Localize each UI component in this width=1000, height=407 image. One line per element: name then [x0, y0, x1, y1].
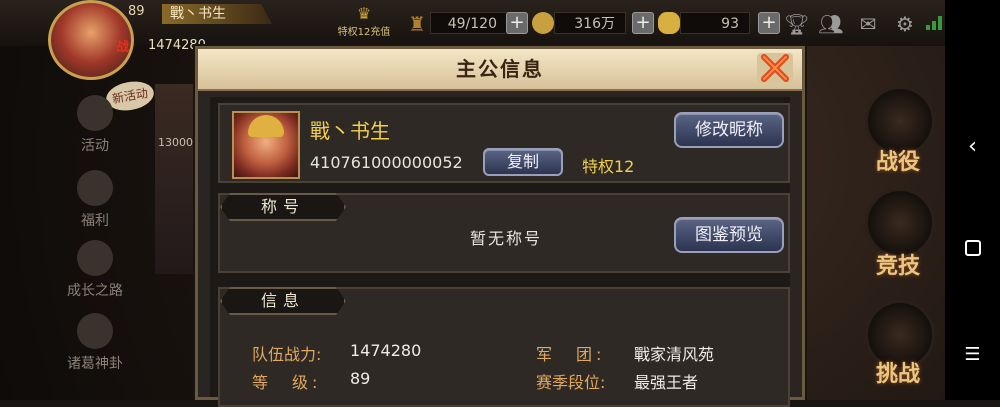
team-power-value: 1474280 — [350, 341, 422, 360]
info-section-header: 信息 — [220, 287, 346, 315]
info-section: 信息 队伍战力: 1474280 等 级: 89 军 团: 戰家清风苑 赛季段位… — [218, 287, 790, 407]
vip-recharge-button[interactable]: ♛ 特权12充值 — [332, 4, 396, 38]
player-name: 戰丶书生 — [310, 119, 390, 143]
legion-value: 戰家清风苑 — [634, 345, 715, 364]
challenge-label: 挑战 — [876, 362, 921, 387]
dialog-header: 主公信息 — [198, 49, 802, 91]
settings-gear-icon[interactable]: ⚙ — [893, 12, 917, 36]
legion-label: 军 团: — [536, 345, 606, 364]
menu-item-divination[interactable]: 诸葛神卦 — [55, 313, 135, 373]
home-icon[interactable] — [945, 240, 1000, 260]
dialog-body: 戰丶书生 410761000000052 复制 特权12 修改昵称 称号 暂无称… — [210, 97, 790, 407]
title-section: 称号 暂无称号 图鉴预览 — [218, 193, 790, 273]
add-ingot-button[interactable]: + — [758, 12, 780, 34]
level-value: 89 — [350, 369, 371, 388]
copy-id-button[interactable]: 复制 — [483, 148, 563, 176]
season-rank-value: 最强王者 — [634, 373, 699, 392]
ingot-value: 93 — [680, 12, 750, 34]
background-hero-cards — [155, 84, 195, 274]
flag-icon — [77, 95, 113, 131]
arena-label: 竞技 — [876, 254, 921, 279]
menu-item-welfare[interactable]: 福利 — [55, 170, 135, 230]
growth-icon — [77, 240, 113, 276]
friends-icon[interactable]: 👥︎ — [818, 12, 843, 36]
team-power-label: 队伍战力: — [252, 345, 322, 364]
lord-info-dialog: 主公信息 戰丶书生 410761000000052 复制 特权12 修改昵称 称… — [195, 46, 805, 407]
add-stamina-button[interactable]: + — [506, 12, 528, 34]
goblet-icon: ♜ — [408, 12, 426, 36]
bagua-icon — [77, 313, 113, 349]
player-level: 89 — [128, 4, 145, 19]
trophy-icon[interactable]: 🏆︎ — [784, 12, 809, 36]
gold-coin-icon — [532, 12, 554, 34]
profile-section: 戰丶书生 410761000000052 复制 特权12 修改昵称 — [218, 103, 790, 183]
background-card-number: 13000 — [158, 136, 193, 149]
back-icon[interactable]: ‹ — [945, 134, 1000, 159]
menu-icon[interactable]: ☰ — [945, 344, 1000, 365]
close-icon — [757, 53, 793, 83]
add-gold-button[interactable]: + — [632, 12, 654, 34]
mail-icon[interactable]: ✉ — [856, 12, 880, 36]
player-id: 410761000000052 — [310, 153, 463, 172]
helmet-icon — [248, 115, 284, 137]
dialog-title: 主公信息 — [456, 57, 544, 81]
season-rank-label: 赛季段位: — [536, 373, 606, 392]
info-section-label: 信息 — [260, 291, 305, 310]
stamina-value: 49/120 — [430, 12, 508, 34]
campaign-label: 战役 — [876, 150, 921, 175]
menu-item-label: 诸葛神卦 — [67, 356, 123, 372]
rename-button[interactable]: 修改昵称 — [674, 112, 784, 148]
title-section-label: 称号 — [260, 197, 305, 216]
crown-icon: ♛ — [356, 4, 372, 23]
gold-value: 316万 — [554, 12, 626, 34]
vip-level: 特权12 — [582, 157, 635, 176]
menu-item-label: 福利 — [81, 213, 109, 229]
gift-icon — [77, 170, 113, 206]
system-navigation-bar: ‹ ☰ — [945, 0, 1000, 400]
menu-item-label: 活动 — [81, 138, 109, 154]
level-label: 等 级: — [252, 373, 322, 392]
close-button[interactable] — [755, 51, 795, 85]
player-name-plate: 戰丶书生 — [162, 4, 272, 24]
player-portrait — [232, 111, 300, 179]
title-section-header: 称号 — [220, 193, 346, 221]
signal-strength-icon — [926, 14, 946, 30]
ingot-icon — [658, 12, 680, 34]
menu-item-label: 成长之路 — [67, 283, 123, 299]
title-preview-button[interactable]: 图鉴预览 — [674, 217, 784, 253]
menu-item-growth[interactable]: 成长之路 — [55, 240, 135, 300]
vip-recharge-label: 特权12充值 — [337, 27, 391, 38]
menu-item-activity[interactable]: 活动 — [55, 95, 135, 155]
battle-tag-icon: 战 — [116, 40, 130, 55]
